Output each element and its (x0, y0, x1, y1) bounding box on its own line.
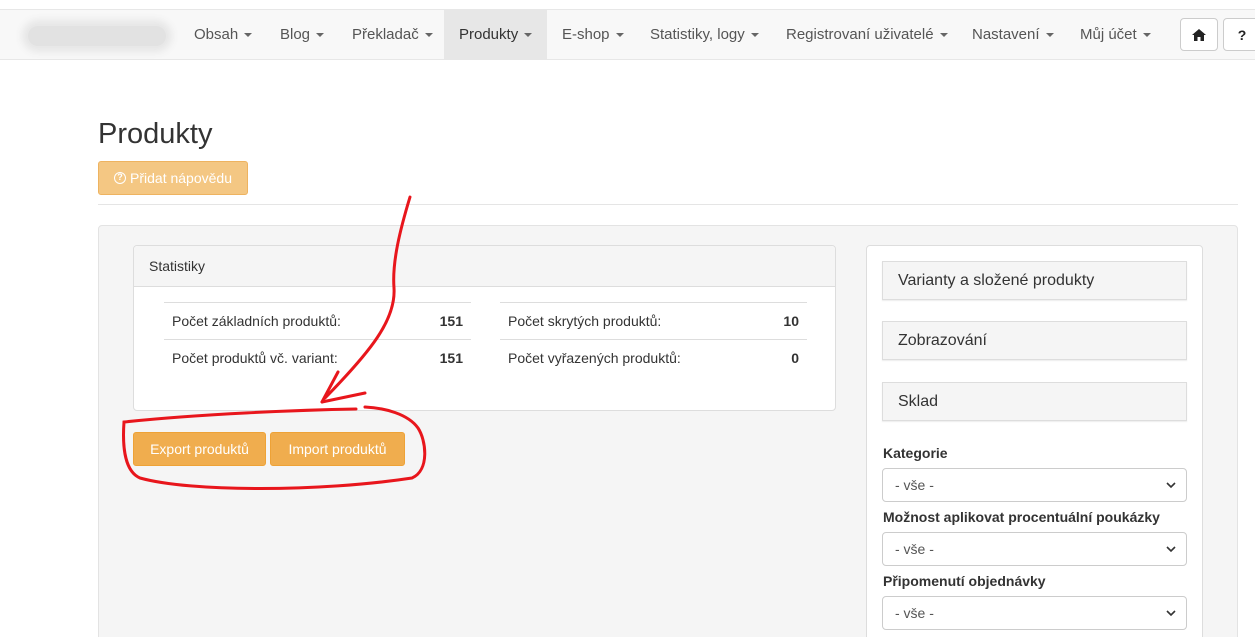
stats-row: Počet produktů vč. variant: 151 (164, 339, 471, 376)
import-products-label: Import produktů (288, 441, 387, 457)
nav-item-label: E-shop (562, 26, 610, 43)
accordion-sklad[interactable]: Sklad (882, 382, 1187, 421)
caret-down-icon (1142, 33, 1151, 38)
stats-label: Počet vyřazených produktů: (508, 350, 681, 366)
home-icon (1192, 28, 1206, 41)
filter-label-kategorie: Kategorie (883, 445, 948, 461)
select-value: - vše - (895, 541, 934, 557)
nav-item-label: Produkty (459, 26, 519, 43)
nav-item-obsah[interactable]: Obsah (179, 10, 267, 59)
stats-label: Počet skrytých produktů: (508, 313, 662, 329)
export-products-label: Export produktů (150, 441, 249, 457)
filter-label-poukazky: Možnost aplikovat procentuální poukázky (883, 509, 1160, 525)
nav-item-blog[interactable]: Blog (265, 10, 339, 59)
nav-item-prekladac[interactable]: Překladač (337, 10, 448, 59)
accordion-label: Sklad (898, 393, 939, 410)
nav-item-statistiky[interactable]: Statistiky, logy (635, 10, 774, 59)
nav-item-label: Registrovaní uživatelé (786, 26, 934, 43)
add-help-label: Přidat nápovědu (130, 170, 232, 186)
kategorie-select[interactable]: - vše - (882, 468, 1187, 502)
add-help-button[interactable]: ? Přidat nápovědu (98, 161, 248, 195)
caret-down-icon (244, 33, 253, 38)
nav-item-nastaveni[interactable]: Nastavení (957, 10, 1069, 59)
home-button[interactable] (1180, 18, 1218, 51)
nav-item-muj-ucet[interactable]: Můj účet (1065, 10, 1166, 59)
brand-logo-blurred[interactable] (28, 26, 166, 46)
stats-row: Počet skrytých produktů: 10 (500, 302, 807, 339)
stats-value: 151 (439, 313, 463, 329)
chevron-down-icon (1166, 610, 1176, 617)
stats-panel: Statistiky Počet základních produktů: 15… (133, 245, 836, 411)
stats-label: Počet produktů vč. variant: (172, 350, 338, 366)
chevron-down-icon (1166, 546, 1176, 553)
caret-down-icon (424, 33, 433, 38)
stats-value: 10 (783, 313, 799, 329)
stats-row: Počet základních produktů: 151 (164, 302, 471, 339)
pripomenuti-select[interactable]: - vše - (882, 596, 1187, 630)
caret-down-icon (1045, 33, 1054, 38)
nav-item-produkty[interactable]: Produkty (444, 10, 547, 59)
stats-heading: Statistiky (134, 246, 835, 287)
page-title: Produkty (98, 118, 213, 150)
nav-item-label: Nastavení (972, 26, 1040, 43)
caret-down-icon (615, 33, 624, 38)
nav-item-label: Blog (280, 26, 311, 43)
stats-row: Počet vyřazených produktů: 0 (500, 339, 807, 376)
caret-down-icon (750, 33, 759, 38)
select-value: - vše - (895, 605, 934, 621)
accordion-label: Zobrazování (898, 332, 987, 349)
stats-table-right: Počet skrytých produktů: 10 Počet vyřaze… (500, 302, 807, 376)
nav-item-label: Překladač (352, 26, 419, 43)
nav-item-label: Můj účet (1080, 26, 1137, 43)
top-navbar: Obsah Blog Překladač Produkty E-shop Sta… (0, 9, 1255, 60)
nav-item-label: Obsah (194, 26, 239, 43)
caret-down-icon (524, 33, 533, 38)
question-circle-icon: ? (114, 172, 127, 184)
nav-item-eshop[interactable]: E-shop (547, 10, 639, 59)
accordion-varianty[interactable]: Varianty a složené produkty (882, 261, 1187, 300)
stats-label: Počet základních produktů: (172, 313, 341, 329)
stats-table-left: Počet základních produktů: 151 Počet pro… (164, 302, 471, 376)
filter-label-pripomenuti: Připomenutí objednávky (883, 573, 1046, 589)
export-products-button[interactable]: Export produktů (133, 432, 266, 466)
chevron-down-icon (1166, 482, 1176, 489)
help-nav-button[interactable]: ? (1223, 18, 1255, 51)
nav-item-label: Statistiky, logy (650, 26, 745, 43)
caret-down-icon (316, 33, 325, 38)
help-nav-label: ? (1237, 26, 1247, 43)
accordion-label: Varianty a složené produkty (898, 272, 1095, 289)
accordion-zobrazovani[interactable]: Zobrazování (882, 321, 1187, 360)
header-divider (98, 204, 1238, 205)
nav-item-registrovani[interactable]: Registrovaní uživatelé (771, 10, 963, 59)
select-value: - vše - (895, 477, 934, 493)
caret-down-icon (939, 33, 948, 38)
poukazky-select[interactable]: - vše - (882, 532, 1187, 566)
stats-value: 0 (791, 350, 799, 366)
stats-value: 151 (439, 350, 463, 366)
import-products-button[interactable]: Import produktů (270, 432, 405, 466)
